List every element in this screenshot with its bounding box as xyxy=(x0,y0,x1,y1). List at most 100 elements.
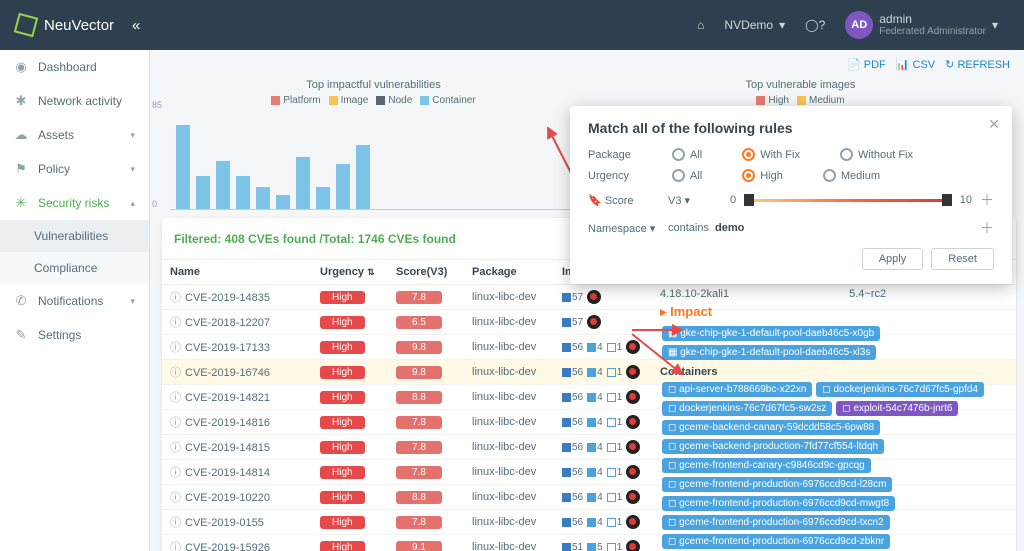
bar[interactable] xyxy=(296,157,310,209)
score-mode-select[interactable]: V3 ▾ xyxy=(668,194,690,207)
collapse-icon[interactable]: « xyxy=(132,17,140,34)
cluster-selector[interactable]: NVDemo ▾ xyxy=(724,18,785,32)
container-chip[interactable]: ◻ gceme-frontend-production-6976ccd9cd-l… xyxy=(662,477,892,492)
home-icon[interactable]: ⌂ xyxy=(697,18,704,32)
phone-icon: ✆ xyxy=(14,293,28,309)
info-icon[interactable]: ⓘ xyxy=(170,367,181,379)
risk-icon xyxy=(626,440,640,454)
info-icon[interactable]: ⓘ xyxy=(170,392,181,404)
radio-package-withoutfix[interactable]: Without Fix xyxy=(840,148,913,161)
app-header: NeuVector « ⌂ NVDemo ▾ ◯? AD admin Feder… xyxy=(0,0,1024,50)
risk-icon xyxy=(626,415,640,429)
bar[interactable] xyxy=(216,161,230,209)
container-chip[interactable]: ◻ gceme-frontend-canary-c9846cd9c-gpcqg xyxy=(662,458,871,473)
node-chip[interactable]: ▦ gke-chip-gke-1-default-pool-daeb46c5-x… xyxy=(662,326,880,341)
refresh-button[interactable]: ↻ REFRESH xyxy=(945,58,1010,71)
chart-legend: PlatformImageNodeContainer xyxy=(170,95,577,108)
nav-assets[interactable]: ☁Assets▾ xyxy=(0,118,149,152)
bar[interactable] xyxy=(276,195,290,209)
nav-label: Policy xyxy=(38,162,70,176)
container-chip[interactable]: ◻ gceme-backend-production-7fd77cf554-lt… xyxy=(662,439,884,454)
lbl: Namespace xyxy=(588,223,647,235)
radio-urgency-medium[interactable]: Medium xyxy=(823,169,880,182)
chevron-up-icon: ▴ xyxy=(130,198,135,209)
container-chip[interactable]: ◻ gceme-frontend-production-6976ccd9cd-t… xyxy=(662,515,890,530)
bar[interactable] xyxy=(176,125,190,209)
apply-button[interactable]: Apply xyxy=(862,248,924,270)
export-csv-button[interactable]: 📊 CSV xyxy=(896,58,935,71)
wrench-icon: ✎ xyxy=(14,327,28,343)
bar[interactable] xyxy=(236,176,250,209)
info-icon[interactable]: ⓘ xyxy=(170,542,181,551)
container-chip[interactable]: ◻ gceme-frontend-production-6976ccd9cd-z… xyxy=(662,534,890,549)
bar[interactable] xyxy=(356,145,370,209)
nav-network[interactable]: ✱Network activity xyxy=(0,84,149,118)
btn-label: CSV xyxy=(913,59,936,71)
chart-top-vulns: Top impactful vulnerabilities PlatformIm… xyxy=(170,79,577,210)
filter-popover: Match all of the following rules ✕ Packa… xyxy=(570,106,1012,284)
nav-settings[interactable]: ✎Settings xyxy=(0,318,149,352)
filtered-summary: Filtered: 408 CVEs found /Total: 1746 CV… xyxy=(174,232,456,246)
info-icon[interactable]: ⓘ xyxy=(170,517,181,529)
export-pdf-button[interactable]: 📄 PDF xyxy=(847,58,886,71)
cve-details: 4.18.10-2kali1 5.4~rc2 ▸ Impact ▦ gke-ch… xyxy=(660,288,1012,551)
chart-title: Top impactful vulnerabilities xyxy=(170,79,577,91)
namespace-input[interactable]: demo xyxy=(715,222,972,234)
info-icon[interactable]: ⓘ xyxy=(170,417,181,429)
info-icon[interactable]: ⓘ xyxy=(170,467,181,479)
node-chip[interactable]: ▦ gke-chip-gke-1-default-pool-daeb46c5-x… xyxy=(662,345,876,360)
col-score[interactable]: Score(V3) xyxy=(388,260,464,285)
add-rule-icon[interactable]: ＋ xyxy=(980,190,994,210)
score-max: 10 xyxy=(960,194,972,206)
cluster-name: NVDemo xyxy=(724,18,773,32)
info-icon[interactable]: ⓘ xyxy=(170,317,181,329)
col-package[interactable]: Package xyxy=(464,260,554,285)
chevron-down-icon: ▾ xyxy=(130,296,135,307)
nav-vulnerabilities[interactable]: Vulnerabilities xyxy=(0,220,149,252)
nav-notifications[interactable]: ✆Notifications▾ xyxy=(0,284,149,318)
popover-title: Match all of the following rules xyxy=(588,120,994,136)
col-urgency[interactable]: Urgency ⇅ xyxy=(312,260,388,285)
impact-heading[interactable]: ▸ Impact xyxy=(660,304,1012,320)
radio-package-withfix[interactable]: With Fix xyxy=(742,148,800,161)
fixed-version-left: 4.18.10-2kali1 xyxy=(660,288,729,300)
info-icon[interactable]: ⓘ xyxy=(170,442,181,454)
container-chip[interactable]: ◻ gceme-backend-canary-59dcdd58c5-6pw88 xyxy=(662,420,880,435)
help-icon[interactable]: ◯? xyxy=(805,18,825,32)
user-menu[interactable]: AD admin Federated Administrator ▾ xyxy=(845,11,998,39)
nav-security-risks[interactable]: ✳Security risks▴ xyxy=(0,186,149,220)
radio-urgency-all[interactable]: All xyxy=(672,169,702,182)
container-chip[interactable]: ◻ dockerjenkins-76c7d67fc5-gpfd4 xyxy=(816,382,984,397)
add-rule-icon[interactable]: ＋ xyxy=(980,218,994,238)
bug-icon: ✳ xyxy=(14,195,28,211)
network-icon: ✱ xyxy=(14,93,28,109)
slider-handle-max[interactable] xyxy=(942,194,952,206)
namespace-label[interactable]: Namespace ▾ xyxy=(588,222,668,235)
radio-urgency-high[interactable]: High xyxy=(742,169,783,182)
nav-compliance[interactable]: Compliance xyxy=(0,252,149,284)
container-chip[interactable]: ◻ dockerjenkins-76c7d67fc5-sw2sz xyxy=(662,401,832,416)
close-icon[interactable]: ✕ xyxy=(988,116,1000,133)
col-name[interactable]: Name xyxy=(162,260,312,285)
radio-label: All xyxy=(690,170,702,182)
score-slider[interactable] xyxy=(744,199,952,202)
info-icon[interactable]: ⓘ xyxy=(170,492,181,504)
impact-nodes: ▦ gke-chip-gke-1-default-pool-daeb46c5-x… xyxy=(660,324,1012,362)
container-chip[interactable]: ◻ api-server-b788669bc-x22xn xyxy=(662,382,812,397)
bar[interactable] xyxy=(196,176,210,209)
bar[interactable] xyxy=(256,187,270,209)
info-icon[interactable]: ⓘ xyxy=(170,342,181,354)
bar[interactable] xyxy=(336,164,350,209)
ns-op: contains xyxy=(668,222,709,234)
slider-handle-min[interactable] xyxy=(744,194,754,206)
chevron-down-icon: ▾ xyxy=(130,130,135,141)
container-chip[interactable]: ◻ gceme-frontend-production-6976ccd9cd-m… xyxy=(662,496,895,511)
container-chip[interactable]: ◻ exploit-54c7476b-jnrt6 xyxy=(836,401,958,416)
user-name: admin xyxy=(879,12,986,26)
bar[interactable] xyxy=(316,187,330,209)
radio-package-all[interactable]: All xyxy=(672,148,702,161)
info-icon[interactable]: ⓘ xyxy=(170,292,181,304)
nav-policy[interactable]: ⚑Policy▾ xyxy=(0,152,149,186)
reset-button[interactable]: Reset xyxy=(931,248,994,270)
nav-dashboard[interactable]: ◉Dashboard xyxy=(0,50,149,84)
